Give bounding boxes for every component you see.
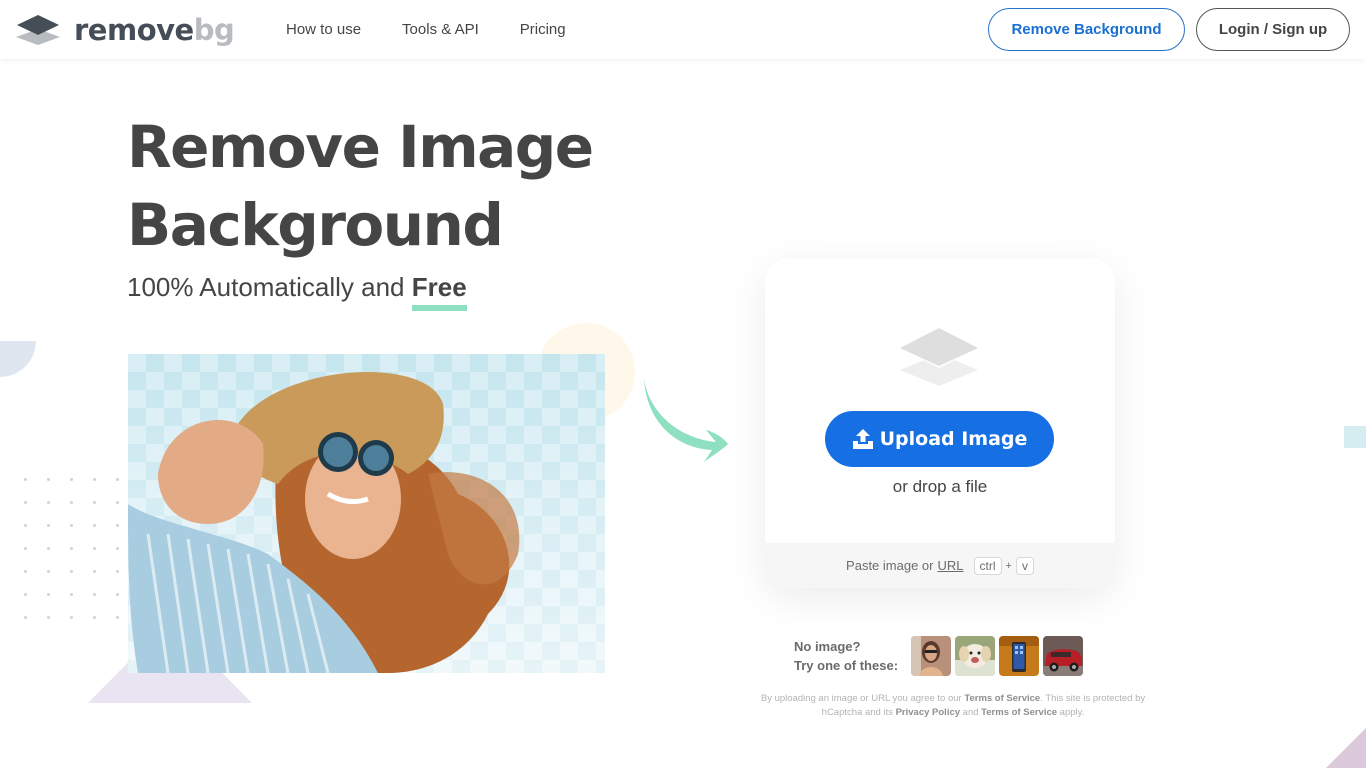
- samples-label-line-1: No image?: [794, 639, 861, 654]
- sample-image-woman[interactable]: [911, 636, 951, 676]
- nav-pricing[interactable]: Pricing: [520, 20, 566, 40]
- decorative-semicircle: [0, 341, 36, 377]
- privacy-policy-link[interactable]: Privacy Policy: [896, 707, 960, 718]
- samples-label-line-2: Try one of these:: [794, 658, 899, 673]
- legal-notice: By uploading an image or URL you agree t…: [755, 692, 1151, 720]
- logo-link[interactable]: removebg: [16, 13, 235, 47]
- logo-word-bg: bg: [193, 13, 235, 47]
- nav-tools-api[interactable]: Tools & API: [402, 20, 479, 40]
- layers-icon: [16, 15, 60, 45]
- login-signup-button[interactable]: Login / Sign up: [1196, 8, 1350, 51]
- title-line-1: Remove Image: [127, 113, 594, 181]
- paste-url-link[interactable]: URL: [937, 558, 963, 573]
- curved-arrow-icon: [644, 378, 728, 462]
- samples-label: No image? Try one of these:: [794, 637, 898, 675]
- paste-text: Paste image or: [846, 558, 934, 573]
- hero-subtitle: 100% Automatically and Free: [127, 270, 467, 311]
- drop-file-hint: or drop a file: [892, 477, 988, 496]
- logo-text: removebg: [74, 13, 235, 47]
- terms-of-service-link[interactable]: Terms of Service: [964, 693, 1040, 704]
- kbd-v: v: [1015, 556, 1034, 575]
- hero-example-image: [128, 354, 605, 673]
- decorative-corner-triangle: [1326, 728, 1366, 768]
- legal-text-1: By uploading an image or URL you agree t…: [760, 693, 965, 704]
- sample-image-car[interactable]: [1043, 636, 1083, 676]
- subtitle-highlight: Free: [411, 272, 467, 311]
- sample-image-dog[interactable]: [955, 636, 995, 676]
- woman-with-hat-illustration: [128, 371, 520, 673]
- sample-images: [911, 636, 1083, 676]
- kbd-plus: +: [1005, 559, 1012, 572]
- site-header: removebg How to use Tools & API Pricing …: [0, 0, 1366, 59]
- sample-image-phone[interactable]: [999, 636, 1039, 676]
- remove-background-button[interactable]: Remove Background: [988, 8, 1185, 51]
- terms-of-service-link-2[interactable]: Terms of Service: [981, 707, 1057, 718]
- title-line-2: Background: [127, 191, 504, 259]
- main-nav: How to use Tools & API Pricing: [286, 20, 607, 40]
- logo-word-remove: remove: [74, 13, 194, 47]
- page-title: Remove Image Background: [127, 108, 594, 264]
- nav-how-to-use[interactable]: How to use: [286, 20, 361, 40]
- legal-text-4: apply.: [1057, 707, 1085, 718]
- decorative-square: [1344, 426, 1366, 448]
- legal-text-3: and: [960, 707, 982, 718]
- upload-button-label: Upload Image: [879, 428, 1028, 450]
- subtitle-text: 100% Automatically and: [127, 272, 412, 302]
- layers-icon: [900, 328, 978, 386]
- upload-card[interactable]: Upload Image or drop a file Paste image …: [765, 258, 1115, 588]
- paste-bar: Paste image or URL ctrl + v: [765, 543, 1115, 588]
- kbd-ctrl: ctrl: [973, 556, 1002, 575]
- upload-image-button[interactable]: Upload Image: [825, 411, 1054, 467]
- decorative-dot-grid: [24, 478, 139, 639]
- upload-icon: [852, 429, 873, 449]
